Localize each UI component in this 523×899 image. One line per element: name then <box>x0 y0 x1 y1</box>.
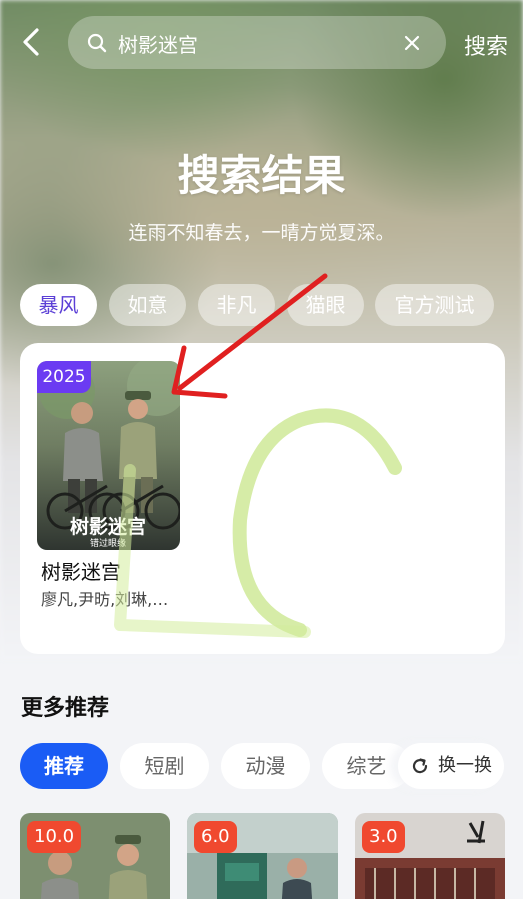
year-badge: 2025 <box>37 361 91 393</box>
result-title[interactable]: 树影迷宫 <box>41 556 121 585</box>
search-result-card: 树影迷宫 错过眼缘 2025 树影迷宫 廖凡,尹昉,刘琳,… <box>20 343 505 654</box>
source-tab-baofeng[interactable]: 暴风 <box>20 284 97 326</box>
poster-title-text: 树影迷宫 <box>70 515 146 538</box>
refresh-icon <box>412 758 428 774</box>
search-button[interactable]: 搜索 <box>464 29 508 61</box>
source-tab-official-test[interactable]: 官方测试 <box>375 284 494 326</box>
page-subtitle: 连雨不知春去，一晴方觉夏深。 <box>128 222 395 244</box>
source-tab-maoyan[interactable]: 猫眼 <box>287 284 364 326</box>
score-badge: 10.0 <box>27 821 82 853</box>
back-button[interactable] <box>16 26 48 58</box>
source-tab-feifan[interactable]: 非凡 <box>198 284 275 326</box>
more-recommendations-title: 更多推荐 <box>21 696 110 721</box>
recommendation-card[interactable]: 3.0 <box>355 813 505 899</box>
top-bar: 搜索 <box>0 16 523 70</box>
result-poster[interactable]: 树影迷宫 错过眼缘 2025 <box>37 361 180 550</box>
back-arrow-icon <box>23 28 39 56</box>
recommendation-card[interactable]: 6.0 <box>187 813 338 899</box>
refresh-button[interactable]: 换一换 <box>398 743 504 789</box>
search-box[interactable] <box>68 16 446 69</box>
tab-recommend[interactable]: 推荐 <box>20 743 108 789</box>
search-icon <box>87 33 107 53</box>
score-badge: 6.0 <box>194 821 237 853</box>
tab-anime[interactable]: 动漫 <box>221 743 310 789</box>
recommendation-card[interactable]: 10.0 <box>20 813 170 899</box>
search-input[interactable] <box>118 28 388 58</box>
refresh-label: 换一换 <box>438 755 492 776</box>
page-title: 搜索结果 <box>177 151 346 200</box>
poster-subtitle-text: 错过眼缘 <box>90 537 126 549</box>
source-tab-ruyi[interactable]: 如意 <box>109 284 186 326</box>
score-badge: 3.0 <box>362 821 405 853</box>
result-cast: 廖凡,尹昉,刘琳,… <box>41 590 169 609</box>
tab-short-drama[interactable]: 短剧 <box>120 743 209 789</box>
close-icon[interactable] <box>402 33 422 53</box>
